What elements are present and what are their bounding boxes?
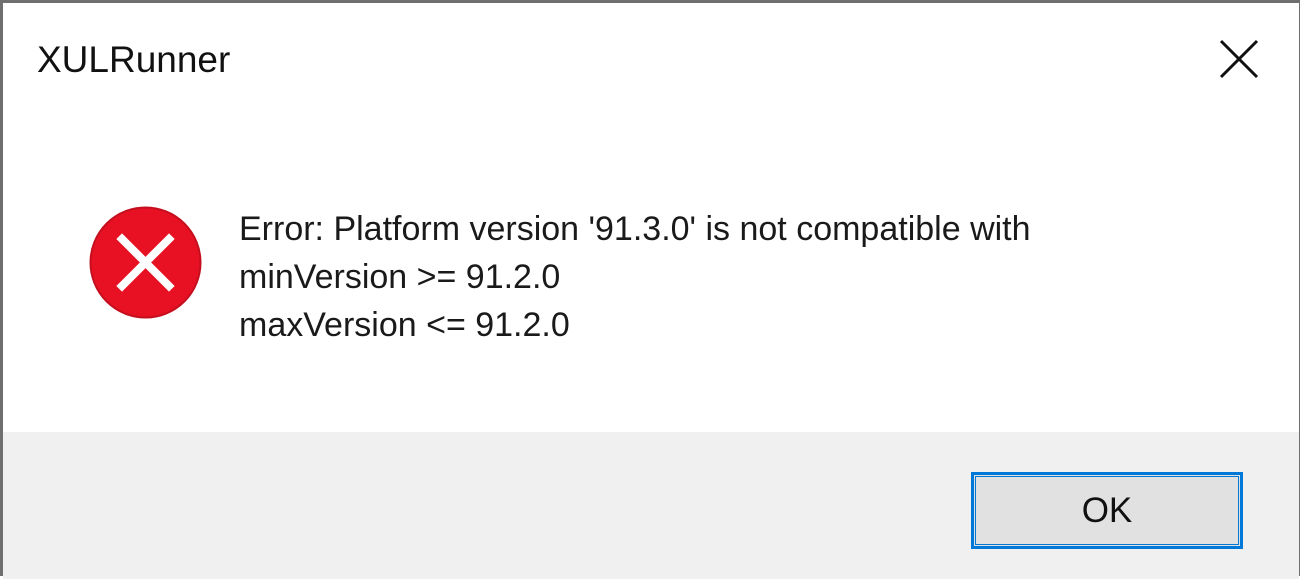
dialog-window: XULRunner Error: Platform version '91.3.… xyxy=(0,0,1300,579)
title-bar: XULRunner xyxy=(3,3,1299,113)
close-button[interactable] xyxy=(1201,21,1277,97)
close-icon xyxy=(1219,39,1259,79)
message-area: Error: Platform version '91.3.0' is not … xyxy=(3,113,1299,431)
window-title: XULRunner xyxy=(37,39,231,80)
error-icon xyxy=(89,206,202,319)
ok-button[interactable]: OK xyxy=(971,472,1243,549)
message-line: maxVersion <= 91.2.0 xyxy=(239,306,570,344)
message-line: Error: Platform version '91.3.0' is not … xyxy=(239,210,1031,248)
button-bar: OK xyxy=(3,432,1299,579)
error-message: Error: Platform version '91.3.0' is not … xyxy=(239,205,1031,349)
message-line: minVersion >= 91.2.0 xyxy=(239,258,561,296)
